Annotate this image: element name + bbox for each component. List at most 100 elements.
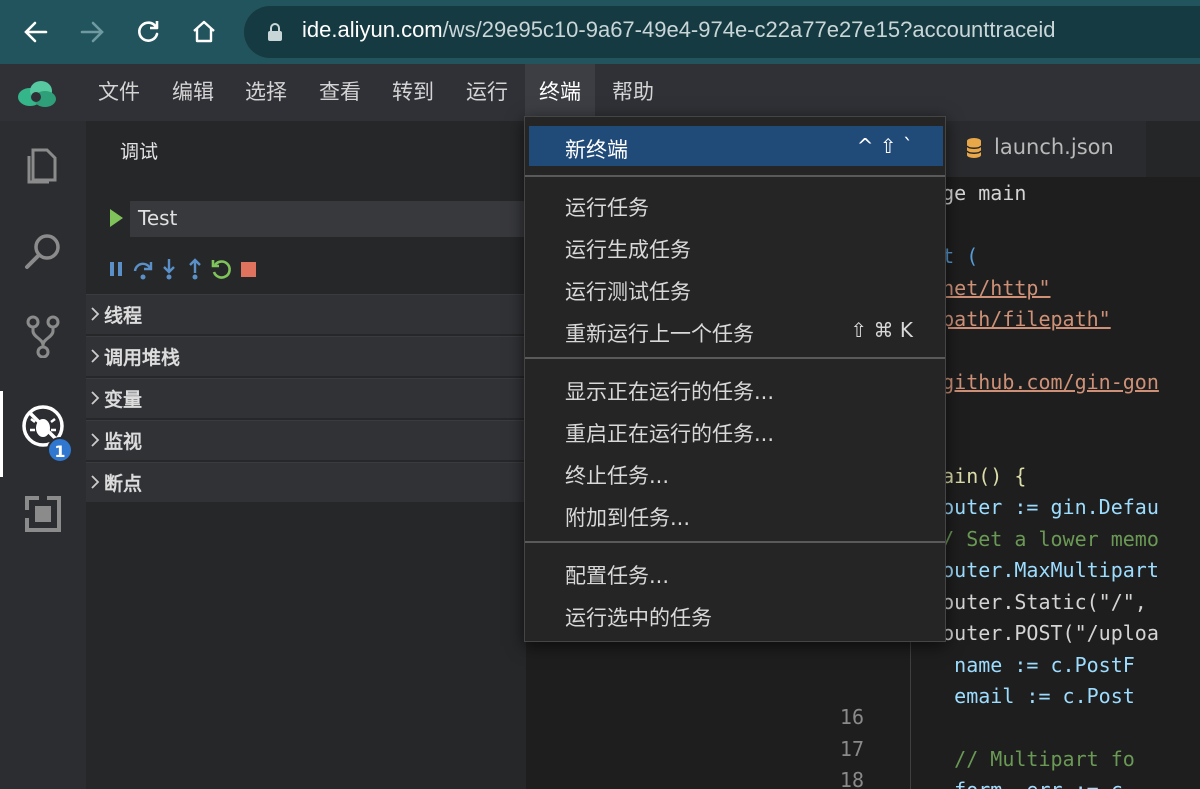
home-icon — [193, 20, 215, 43]
menu-go[interactable]: 转到 — [378, 64, 448, 121]
menu-item-run-build-task[interactable]: 运行生成任务 — [529, 226, 943, 266]
menu-item-show-running-tasks[interactable]: 显示正在运行的任务... — [529, 368, 943, 408]
section-breakpoints[interactable]: 断点 — [86, 462, 526, 502]
menu-item-configure-tasks[interactable]: 配置任务... — [529, 552, 943, 592]
menu-item-label: 运行选中的任务 — [565, 606, 712, 630]
arrow-left-icon — [24, 21, 48, 43]
line-number: 16 — [839, 705, 864, 729]
menu-item-label: 新终端 — [565, 138, 628, 162]
menu-item-rerun-last-task[interactable]: 重新运行上一个任务 ⇧ ⌘ K — [529, 310, 943, 350]
section-threads[interactable]: 线程 — [86, 294, 526, 334]
menu-item-run-selected-task[interactable]: 运行选中的任务 — [529, 594, 943, 634]
menu-bar: 文件 编辑 选择 查看 转到 运行 终端 帮助 — [0, 64, 1200, 121]
explorer-button[interactable] — [0, 131, 86, 201]
menu-item-label: 附加到任务... — [565, 506, 691, 530]
source-control-icon — [26, 315, 60, 358]
back-button[interactable] — [16, 12, 56, 52]
menu-item-run-task[interactable]: 运行任务 — [529, 184, 943, 224]
debug-toolbar — [106, 257, 306, 281]
menu-item-new-terminal[interactable]: 新终端 ^ ⇧ ` — [529, 126, 943, 166]
chevron-right-icon — [91, 349, 100, 363]
menu-item-restart-running-task[interactable]: 重启正在运行的任务... — [529, 410, 943, 450]
menu-help[interactable]: 帮助 — [598, 64, 668, 121]
menu-edit[interactable]: 编辑 — [158, 64, 228, 121]
launch-config-select[interactable]: Test — [130, 201, 526, 237]
section-label: 监视 — [104, 431, 143, 453]
step-into-icon[interactable] — [158, 257, 180, 281]
pause-icon[interactable] — [106, 257, 128, 281]
code-line: name := c.PostF — [906, 653, 1135, 677]
launch-config-label: Test — [138, 206, 178, 230]
step-out-icon[interactable] — [184, 257, 206, 281]
activity-bar: 1 — [0, 121, 86, 789]
menu-item-shortcut: ^ ⇧ ` — [856, 134, 913, 158]
chevron-right-icon — [91, 307, 100, 321]
url-host: ide.aliyun.com — [302, 17, 443, 42]
url-text: ide.aliyun.com/ws/29e95c10-9a67-49e4-974… — [302, 17, 1055, 43]
menu-item-label: 运行测试任务 — [565, 280, 691, 304]
lock-icon — [268, 23, 282, 41]
tab-label: launch.json — [994, 135, 1114, 159]
code-view[interactable]: ckage main port ( "net/http" "path/filep… — [906, 177, 1200, 789]
line-number: 18 — [839, 768, 864, 789]
menu-file[interactable]: 文件 — [84, 64, 154, 121]
menu-item-terminate-task[interactable]: 终止任务... — [529, 452, 943, 492]
menu-separator — [525, 541, 945, 543]
run-debug-button[interactable]: 1 — [0, 391, 86, 477]
restart-icon[interactable] — [210, 257, 232, 281]
source-control-button[interactable] — [0, 301, 86, 371]
chevron-right-icon — [91, 391, 100, 405]
launch-config-row: Test — [110, 201, 526, 237]
section-call-stack[interactable]: 调用堆栈 — [86, 336, 526, 376]
sidebar-title: 调试 — [120, 141, 159, 163]
start-debugging-icon[interactable] — [110, 209, 123, 227]
chevron-right-icon — [91, 475, 100, 489]
menu-selection[interactable]: 选择 — [231, 64, 301, 121]
section-watch[interactable]: 监视 — [86, 420, 526, 460]
search-button[interactable] — [0, 216, 86, 286]
code-line: // Multipart fo — [906, 747, 1135, 771]
menu-item-label: 重新运行上一个任务 — [565, 322, 754, 346]
menu-item-label: 配置任务... — [565, 564, 670, 588]
line-number: 17 — [839, 737, 864, 761]
menu-run[interactable]: 运行 — [452, 64, 522, 121]
menu-view[interactable]: 查看 — [305, 64, 375, 121]
section-variables[interactable]: 变量 — [86, 378, 526, 418]
address-bar[interactable]: ide.aliyun.com/ws/29e95c10-9a67-49e4-974… — [244, 6, 1200, 58]
extensions-icon — [23, 494, 61, 532]
menu-separator — [525, 357, 945, 359]
database-icon — [966, 138, 982, 158]
files-icon — [27, 148, 57, 184]
tab-launch-json[interactable]: launch.json — [946, 121, 1146, 177]
menu-item-shortcut: ⇧ ⌘ K — [850, 318, 913, 342]
menu-item-run-test-task[interactable]: 运行测试任务 — [529, 268, 943, 308]
menu-item-label: 运行生成任务 — [565, 238, 691, 262]
terminal-menu-dropdown: 新终端 ^ ⇧ ` 运行任务 运行生成任务 运行测试任务 重新运行上一个任务 ⇧… — [524, 116, 946, 642]
reload-icon — [138, 21, 159, 42]
menu-item-label: 重启正在运行的任务... — [565, 422, 775, 446]
section-label: 断点 — [104, 473, 143, 495]
menu-item-attach-task[interactable]: 附加到任务... — [529, 494, 943, 534]
reload-button[interactable] — [128, 12, 168, 52]
section-label: 线程 — [104, 305, 143, 327]
debug-sidebar: 调试 Test 线程 调用堆栈 变量 监视 断点 — [86, 121, 526, 789]
menu-item-label: 终止任务... — [565, 464, 670, 488]
menu-terminal[interactable]: 终端 — [525, 64, 595, 121]
debug-badge: 1 — [47, 437, 73, 463]
code-line: email := c.Post — [906, 684, 1135, 708]
url-path: /ws/29e95c10-9a67-49e4-974e-c22a77e27e15… — [442, 17, 1056, 42]
step-over-icon[interactable] — [132, 257, 154, 281]
menu-item-label: 运行任务 — [565, 196, 649, 220]
forward-button[interactable] — [72, 12, 112, 52]
chevron-right-icon — [91, 433, 100, 447]
cloud-ide-logo — [18, 81, 56, 107]
search-icon — [25, 234, 60, 269]
browser-toolbar: ide.aliyun.com/ws/29e95c10-9a67-49e4-974… — [0, 0, 1200, 64]
arrow-right-icon — [80, 21, 104, 43]
menu-separator — [525, 175, 945, 177]
stop-icon[interactable] — [238, 257, 260, 281]
home-button[interactable] — [184, 12, 224, 52]
menu-item-label: 显示正在运行的任务... — [565, 380, 775, 404]
code-line: form, err := c. — [906, 778, 1135, 789]
extensions-button[interactable] — [0, 479, 86, 549]
